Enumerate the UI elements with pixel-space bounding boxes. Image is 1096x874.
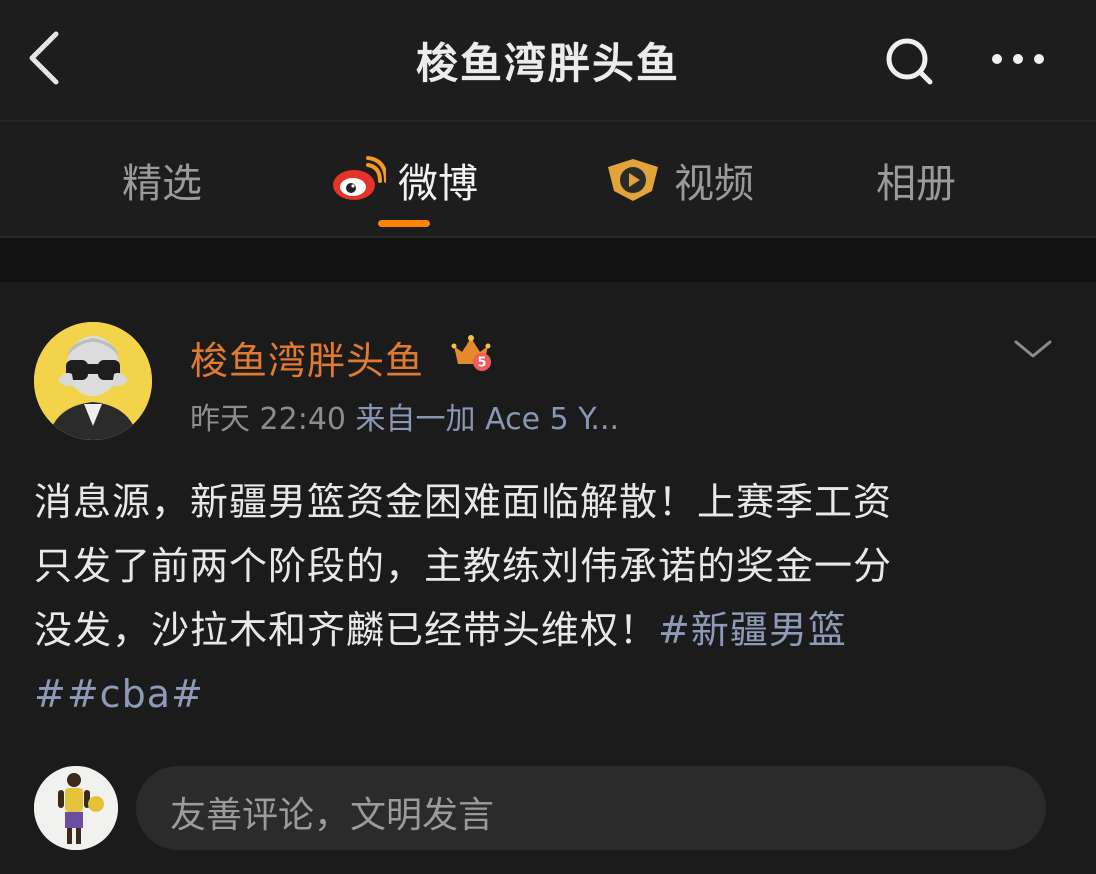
post-source: 来自一加 Ace 5 Y... bbox=[355, 402, 620, 437]
comment-input[interactable]: 友善评论，文明发言 bbox=[136, 766, 1046, 850]
tab-weibo-label: 微博 bbox=[398, 161, 478, 207]
post-text-line-with-tag: 没发，沙拉木和齐麟已经带头维权！#新疆男篮 bbox=[34, 598, 1054, 662]
comment-placeholder: 友善评论，文明发言 bbox=[170, 795, 495, 836]
user-avatar[interactable] bbox=[34, 766, 118, 850]
post-meta: 昨天 22:40 来自一加 Ace 5 Y... bbox=[190, 394, 619, 438]
author-avatar[interactable] bbox=[34, 322, 152, 440]
profile-tabs: 精选 微博 视频 相册 bbox=[0, 122, 1096, 236]
weibo-logo-icon bbox=[333, 156, 386, 200]
post-content: 消息源，新疆男篮资金困难面临解散！上赛季工资 只发了前两个阶段的，主教练刘伟承诺… bbox=[34, 470, 1054, 726]
tab-album-label: 相册 bbox=[876, 161, 956, 207]
section-gap bbox=[0, 238, 1096, 282]
tab-video-label: 视频 bbox=[674, 161, 754, 207]
post-time: 昨天 22:40 bbox=[190, 402, 346, 437]
hashtag-cba[interactable]: ##cba# bbox=[34, 662, 1054, 726]
video-badge-icon bbox=[608, 159, 658, 201]
vip-crown-icon[interactable]: 5 bbox=[450, 332, 492, 372]
more-options-icon[interactable] bbox=[988, 44, 1048, 74]
author-name[interactable]: 梭鱼湾胖头鱼 bbox=[190, 330, 424, 385]
post-text-line: 消息源，新疆男篮资金困难面临解散！上赛季工资 bbox=[34, 480, 893, 524]
tab-featured-label: 精选 bbox=[122, 161, 202, 207]
post-text-line: 只发了前两个阶段的，主教练刘伟承诺的奖金一分 bbox=[34, 544, 893, 588]
tab-album[interactable]: 相册 bbox=[876, 150, 956, 210]
post-text-line: 没发，沙拉木和齐麟已经带头维权！ bbox=[34, 608, 659, 652]
tab-video[interactable]: 视频 bbox=[604, 150, 754, 210]
chevron-down-icon[interactable] bbox=[1012, 334, 1054, 364]
avatar-binoculars-man-image bbox=[34, 322, 152, 440]
tab-weibo[interactable]: 微博 bbox=[330, 150, 478, 210]
top-nav-bar: 梭鱼湾胖头鱼 bbox=[0, 0, 1096, 120]
active-tab-indicator bbox=[378, 220, 430, 227]
tab-featured[interactable]: 精选 bbox=[122, 150, 202, 210]
vip-level-text: 5 bbox=[477, 356, 486, 371]
avatar-basketball-player-image bbox=[34, 766, 118, 850]
hashtag-xinjiang[interactable]: #新疆男篮 bbox=[658, 608, 847, 652]
search-icon[interactable] bbox=[882, 34, 936, 88]
